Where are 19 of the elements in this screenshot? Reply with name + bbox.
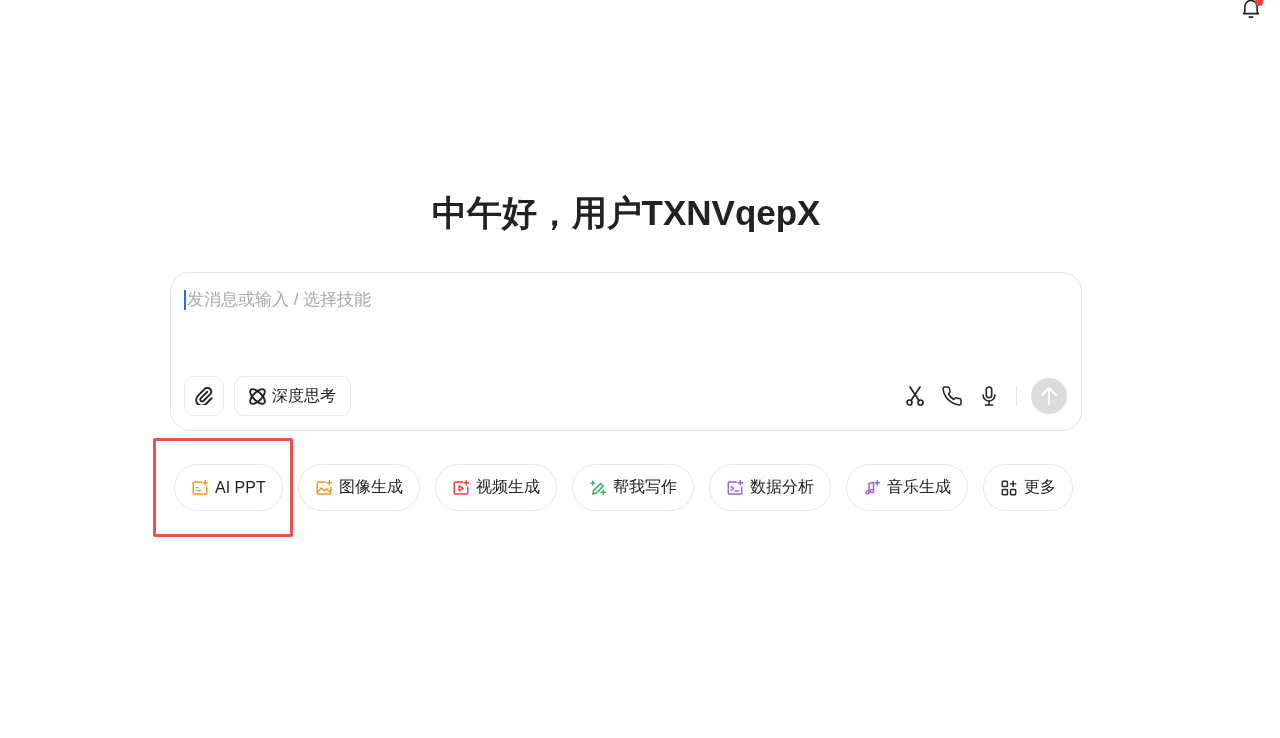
paperclip-icon (195, 387, 213, 405)
skill-chip[interactable]: 数据分析 (708, 464, 831, 511)
arrow-up-icon (1040, 387, 1058, 405)
bell-icon[interactable] (1242, 0, 1260, 18)
atom-icon (249, 387, 266, 405)
deep-think-button[interactable]: 深度思考 (234, 376, 351, 416)
greeting-title: 中午好，用户TXNVqepX (431, 192, 821, 234)
skill-chip[interactable]: 音乐生成 (845, 464, 968, 511)
skill-chip[interactable]: AI PPT (174, 464, 283, 511)
skill-chip[interactable]: 图像生成 (297, 464, 420, 511)
skill-chip[interactable]: 帮我写作 (571, 464, 694, 511)
skill-chip[interactable]: 视频生成 (434, 464, 557, 511)
skill-chip[interactable]: 更多 (982, 464, 1073, 511)
scissors-icon[interactable] (905, 386, 925, 406)
microphone-icon[interactable] (979, 386, 999, 406)
message-composer[interactable]: 发消息或输入 / 选择技能 深度思考 (170, 272, 1082, 431)
phone-icon[interactable] (942, 386, 962, 406)
attach-button[interactable] (184, 376, 224, 416)
message-input[interactable]: 发消息或输入 / 选择技能 (184, 288, 1067, 376)
